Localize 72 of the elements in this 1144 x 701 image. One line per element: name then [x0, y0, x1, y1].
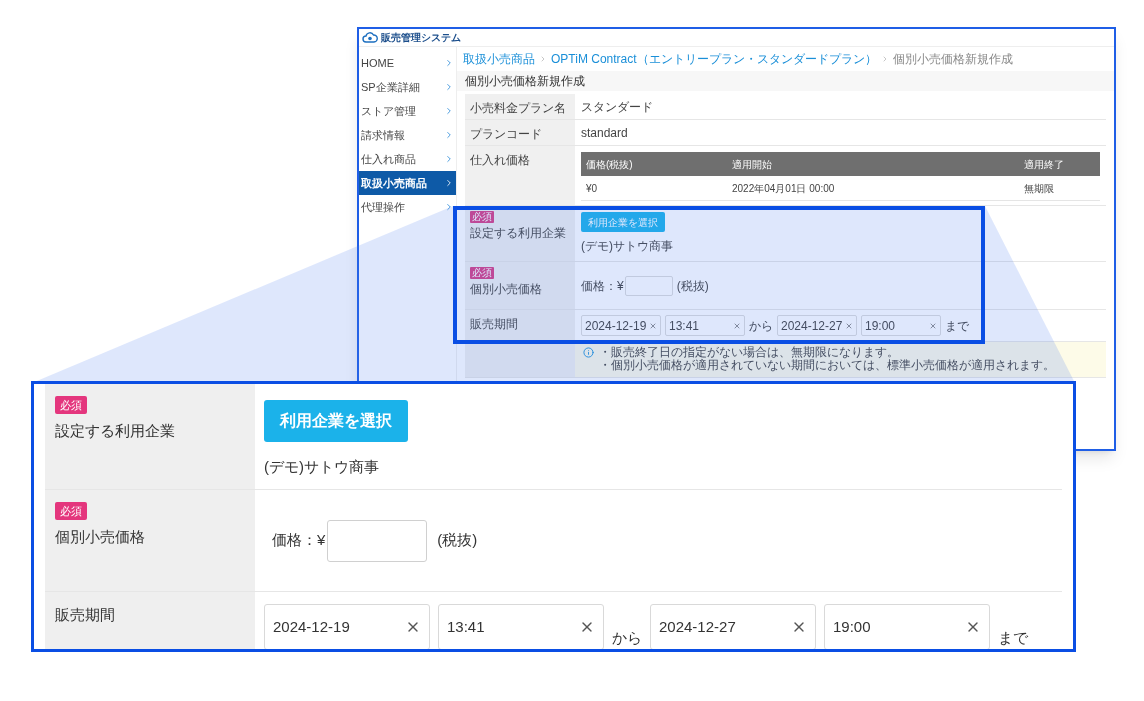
- note-text: ・個別小売価格が適用されていない期間においては、標準小売価格が適用されます。: [599, 359, 1055, 372]
- field-label: 設定する利用企業: [470, 225, 567, 242]
- field-value: スタンダード: [581, 98, 653, 116]
- chevron-icon: [444, 58, 454, 68]
- range-word: から: [749, 317, 773, 335]
- chevron-icon: [444, 202, 454, 212]
- date-time-field[interactable]: 2024-12-19: [264, 604, 430, 649]
- field-label: 小売料金プラン名: [470, 100, 567, 117]
- breadcrumb-link[interactable]: 取扱小売商品: [463, 50, 535, 68]
- date-time-field[interactable]: 2024-12-27: [650, 604, 816, 649]
- date-time-field[interactable]: 13:41: [665, 315, 745, 336]
- company-name: (デモ)サトウ商事: [264, 457, 380, 477]
- sidebar-item[interactable]: 仕入れ商品: [359, 147, 456, 171]
- chevron-icon: [444, 106, 454, 116]
- breadcrumb-link[interactable]: OPTiM Contract（エントリープラン・スタンダードプラン）: [551, 50, 877, 68]
- field-label: 個別小売価格: [55, 527, 146, 547]
- tax-note: (税抜): [676, 277, 709, 295]
- date-time-field[interactable]: 19:00: [861, 315, 941, 336]
- column-header: 適用終了: [1024, 157, 1064, 172]
- sidebar-item[interactable]: ストア管理: [359, 99, 456, 123]
- range-word: まで: [998, 628, 1028, 649]
- table-cell-text: 2022年04月01日 00:00: [732, 181, 836, 196]
- required-badge: 必須: [55, 502, 87, 520]
- field-value: 13:41: [447, 616, 485, 637]
- field-label: プランコード: [470, 126, 543, 143]
- chevron-icon: [444, 178, 454, 188]
- sidebar-item[interactable]: 取扱小売商品: [359, 171, 456, 195]
- required-badge: 必須: [470, 267, 494, 279]
- field-value: 2024-12-27: [659, 616, 736, 637]
- range-word: まで: [945, 317, 969, 335]
- info-icon: [583, 347, 594, 358]
- field-label: 仕入れ価格: [470, 152, 531, 169]
- column-header: 適用開始: [732, 157, 773, 172]
- price-prefix: 価格：¥: [581, 277, 624, 295]
- column-header: 価格(税抜): [586, 157, 634, 172]
- company-name: (デモ)サトウ商事: [581, 238, 674, 255]
- date-time-field[interactable]: 19:00: [824, 604, 990, 649]
- sidebar-item[interactable]: 代理操作: [359, 195, 456, 219]
- field-label: 設定する利用企業: [55, 421, 176, 441]
- table-cell-text: ¥0: [586, 181, 599, 196]
- field-value: 2024-12-27: [781, 317, 843, 335]
- cloud-logo-icon: [362, 32, 378, 43]
- field-value: 2024-12-19: [585, 317, 647, 335]
- field-value: 13:41: [669, 317, 700, 335]
- field-value: 19:00: [865, 317, 896, 335]
- page-title: 個別小売価格新規作成: [465, 73, 585, 90]
- table-cell-text: 無期限: [1024, 181, 1054, 196]
- tax-note: (税抜): [437, 530, 478, 551]
- field-value: standard: [581, 124, 628, 142]
- date-time-field[interactable]: 13:41: [438, 604, 604, 649]
- range-word: から: [612, 628, 642, 649]
- app-title: 販売管理システム: [381, 31, 461, 45]
- sidebar-item[interactable]: HOME: [359, 51, 456, 75]
- field-label: 販売期間: [470, 316, 519, 333]
- required-badge: 必須: [55, 396, 87, 414]
- field-label: 販売期間: [55, 605, 116, 625]
- date-time-field[interactable]: 2024-12-19: [581, 315, 661, 336]
- price-prefix: 価格：¥: [272, 530, 326, 551]
- note-text: ・販売終了日の指定がない場合は、無期限になります。: [599, 346, 900, 359]
- date-time-field[interactable]: 2024-12-27: [777, 315, 857, 336]
- field-label: 個別小売価格: [470, 281, 543, 298]
- chevron-icon: [444, 130, 454, 140]
- field-value: 2024-12-19: [273, 616, 350, 637]
- field-value: 19:00: [833, 616, 871, 637]
- price-input[interactable]: [624, 275, 673, 296]
- required-badge: 必須: [470, 211, 494, 223]
- sidebar-item[interactable]: SP企業詳細: [359, 75, 456, 99]
- breadcrumb-separator-icon: [539, 55, 547, 63]
- sidebar-item[interactable]: 請求情報: [359, 123, 456, 147]
- price-input[interactable]: [327, 519, 428, 562]
- chevron-icon: [444, 82, 454, 92]
- chevron-icon: [444, 154, 454, 164]
